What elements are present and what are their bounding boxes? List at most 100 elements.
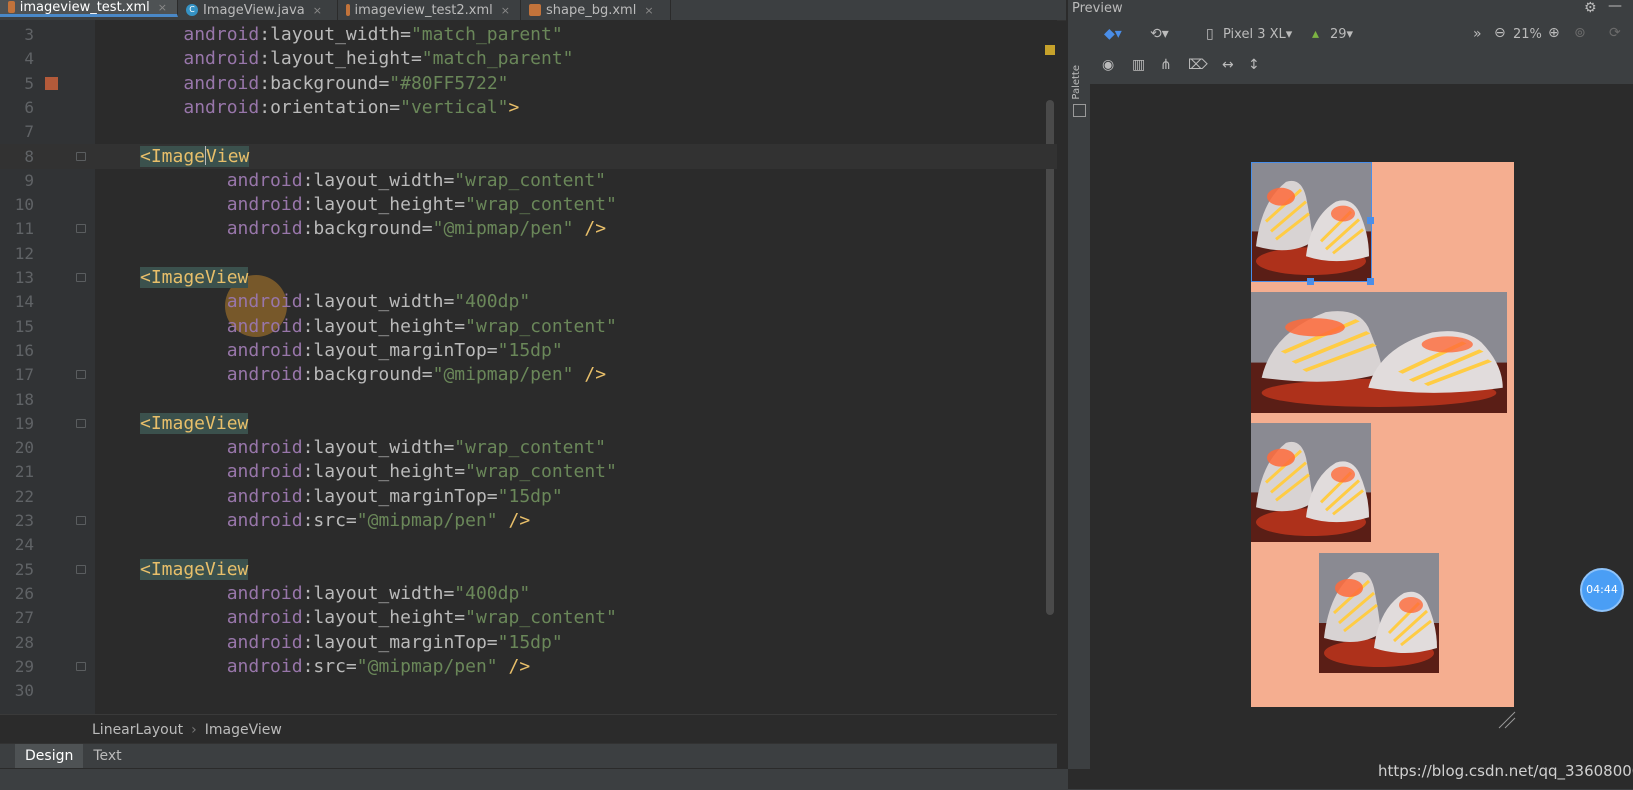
code-line[interactable]: 4 android:layout_height="match_parent" — [0, 46, 1057, 71]
resize-handle-corner[interactable] — [1367, 278, 1374, 285]
code-line[interactable]: 22 android:layout_marginTop="15dp" — [0, 484, 1057, 509]
code-text: android:src="@mipmap/pen" /> — [140, 654, 530, 679]
refresh-icon[interactable]: ⟳ — [1609, 25, 1621, 41]
tab-imageview-test2-xml[interactable]: imageview_test2.xml × — [338, 0, 521, 20]
color-swatch-icon[interactable] — [45, 76, 58, 90]
fold-icon[interactable] — [76, 370, 86, 380]
code-line[interactable]: 5 android:background="#80FF5722" — [0, 71, 1057, 96]
code-line[interactable]: 3 android:layout_width="match_parent" — [0, 22, 1057, 47]
clear-constraints-icon[interactable]: ⌦ — [1188, 57, 1208, 73]
colon: : — [302, 291, 314, 313]
zoom-fit-icon[interactable]: ⊚ — [1574, 25, 1586, 41]
code-line[interactable]: 29 android:src="@mipmap/pen" /> — [0, 654, 1057, 679]
breadcrumb-item-imageview[interactable]: ImageView — [205, 722, 282, 738]
palette-label[interactable]: Palette — [1071, 65, 1082, 100]
fold-icon[interactable] — [76, 661, 86, 671]
resize-handle-right[interactable] — [1367, 217, 1374, 224]
fold-icon[interactable] — [76, 151, 86, 161]
code-line[interactable]: 15 android:layout_height="wrap_content" — [0, 314, 1057, 339]
device-selector[interactable]: Pixel 3 XL▾ — [1223, 27, 1292, 42]
timer-badge[interactable]: 04:44 — [1580, 568, 1624, 612]
xml-tag: <ImageView — [140, 145, 250, 167]
imageview-4[interactable] — [1319, 553, 1439, 673]
zoom-in-icon[interactable]: ⊕ — [1548, 25, 1560, 41]
imageview-2[interactable] — [1251, 292, 1507, 413]
code-line[interactable]: 30 — [0, 678, 1057, 703]
layers-icon[interactable]: ◆▾ — [1104, 26, 1122, 42]
code-line[interactable]: 27 android:layout_height="wrap_content" — [0, 605, 1057, 630]
code-line[interactable]: 21 android:layout_height="wrap_content" — [0, 459, 1057, 484]
code-line[interactable]: 12 — [0, 241, 1057, 266]
fold-icon[interactable] — [76, 418, 86, 428]
orientation-icon[interactable]: ⟲▾ — [1150, 26, 1169, 42]
code-line[interactable]: 17 android:background="@mipmap/pen" /> — [0, 362, 1057, 387]
code-line[interactable]: 9 android:layout_width="wrap_content" — [0, 168, 1057, 193]
line-number: 14 — [14, 292, 34, 312]
eye-icon[interactable]: ◉ — [1102, 57, 1114, 73]
fold-icon[interactable] — [76, 224, 86, 234]
expand-vertical-icon[interactable]: ↕ — [1248, 57, 1260, 73]
close-icon[interactable]: × — [158, 1, 167, 14]
design-canvas[interactable] — [1090, 84, 1633, 789]
code-line[interactable]: 16 android:layout_marginTop="15dp" — [0, 338, 1057, 363]
tab-design[interactable]: Design — [15, 744, 84, 769]
code-editor[interactable]: 3 android:layout_width="match_parent" 4 a… — [0, 20, 1057, 720]
breadcrumb-item-linearlayout[interactable]: LinearLayout — [92, 722, 183, 738]
palette-sidebar[interactable]: Palette — [1068, 20, 1091, 769]
android-api-icon[interactable]: ▴ — [1312, 26, 1319, 42]
code-line[interactable]: 23 android:src="@mipmap/pen" /> — [0, 508, 1057, 533]
equals: = — [400, 24, 411, 45]
code-text: android:layout_height="wrap_content" — [140, 314, 617, 339]
tab-shape-bg-xml[interactable]: shape_bg.xml × — [521, 0, 671, 20]
xml-value: "15dp" — [497, 485, 563, 507]
palette-grid-icon[interactable] — [1073, 104, 1086, 117]
magnet-icon[interactable]: ⋔ — [1160, 57, 1172, 73]
device-screen[interactable] — [1251, 162, 1514, 707]
code-line[interactable]: 11 android:background="@mipmap/pen" /> — [0, 216, 1057, 241]
fold-icon[interactable] — [76, 564, 86, 574]
overflow-icon[interactable]: » — [1473, 26, 1482, 42]
xml-value: "wrap_content" — [465, 315, 617, 337]
fold-icon[interactable] — [76, 516, 86, 525]
close-icon[interactable]: × — [313, 4, 322, 17]
code-line[interactable]: 24 — [0, 532, 1057, 557]
code-line[interactable]: 19 <ImageView — [0, 411, 1057, 436]
code-line[interactable]: 13 <ImageView — [0, 265, 1057, 290]
tab-imageview-test-xml[interactable]: imageview_test.xml × — [0, 0, 178, 17]
blueprint-icon[interactable]: ▥ — [1132, 57, 1145, 73]
tab-imageview-java[interactable]: C ImageView.java × — [178, 0, 338, 20]
expand-horizontal-icon[interactable]: ↔ — [1222, 57, 1234, 73]
minimize-icon[interactable]: — — [1608, 0, 1622, 14]
resize-handle-bottom[interactable] — [1307, 278, 1314, 285]
xml-value: "400dp" — [454, 582, 531, 604]
device-icon[interactable]: ▯ — [1206, 26, 1214, 42]
zoom-out-icon[interactable]: ⊖ — [1494, 25, 1506, 41]
gear-icon[interactable]: ⚙ — [1584, 0, 1597, 16]
code-line[interactable]: 26 android:layout_width="400dp" — [0, 581, 1057, 606]
canvas-resize-icon[interactable] — [1497, 710, 1517, 730]
code-line[interactable]: 8 <ImageView — [0, 143, 1057, 169]
tab-text[interactable]: Text — [83, 744, 131, 769]
code-line[interactable]: 7 — [0, 119, 1057, 144]
code-line[interactable]: 10 android:layout_height="wrap_content" — [0, 192, 1057, 217]
xml-namespace: android — [226, 315, 303, 337]
line-number: 26 — [14, 583, 34, 603]
code-line[interactable]: 28 android:layout_marginTop="15dp" — [0, 630, 1057, 655]
code-line[interactable]: 20 android:layout_width="wrap_content" — [0, 435, 1057, 460]
code-text: android:layout_height="wrap_content" — [140, 192, 617, 217]
code-line[interactable]: 6 android:orientation="vertical"> — [0, 95, 1057, 120]
equals: = — [454, 315, 466, 337]
code-line[interactable]: 18 — [0, 387, 1057, 412]
code-line[interactable]: 14 android:layout_width="400dp" — [0, 289, 1057, 314]
imageview-3[interactable] — [1251, 423, 1371, 542]
fold-icon[interactable] — [76, 273, 86, 282]
code-line[interactable]: 25 <ImageView — [0, 557, 1057, 582]
shoe-photo — [1251, 292, 1507, 413]
close-icon[interactable]: × — [501, 4, 510, 17]
xml-tag: <ImageView — [140, 412, 249, 434]
xml-attribute: layout_height — [313, 194, 455, 216]
close-icon[interactable]: × — [644, 4, 653, 17]
api-selector[interactable]: 29▾ — [1330, 27, 1353, 42]
